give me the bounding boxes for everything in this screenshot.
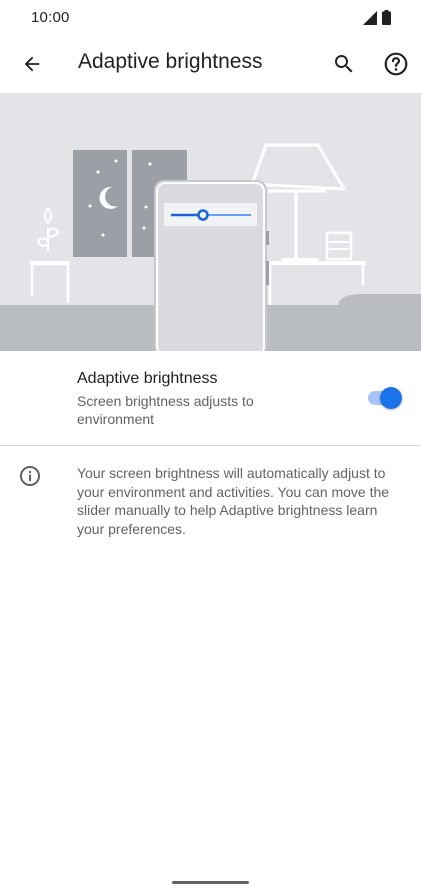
help-icon [384, 52, 408, 76]
preference-title: Adaptive brightness [77, 370, 218, 387]
adaptive-brightness-row[interactable]: Adaptive brightness Screen brightness ad… [0, 351, 421, 445]
status-time: 10:00 [31, 9, 70, 26]
brightness-illustration [0, 93, 421, 351]
search-button[interactable] [326, 46, 362, 82]
preference-summary: Screen brightness adjusts to environment [77, 393, 254, 427]
signal-icon [363, 11, 377, 25]
back-button[interactable] [14, 46, 50, 82]
page-title: Adaptive brightness [78, 50, 263, 73]
adaptive-brightness-toggle[interactable] [366, 387, 402, 409]
status-icons [363, 10, 391, 25]
info-icon [20, 466, 40, 486]
battery-icon [382, 10, 391, 25]
room-illustration [0, 143, 421, 351]
gesture-handle[interactable] [172, 881, 249, 884]
help-button[interactable] [377, 45, 415, 83]
arrow-back-icon [24, 56, 40, 72]
search-icon [335, 55, 353, 73]
app-bar: Adaptive brightness [0, 36, 421, 92]
status-bar: 10:00 [0, 0, 421, 36]
info-text: Your screen brightness will automaticall… [77, 465, 390, 537]
toggle-thumb [380, 387, 402, 409]
divider [0, 445, 421, 446]
